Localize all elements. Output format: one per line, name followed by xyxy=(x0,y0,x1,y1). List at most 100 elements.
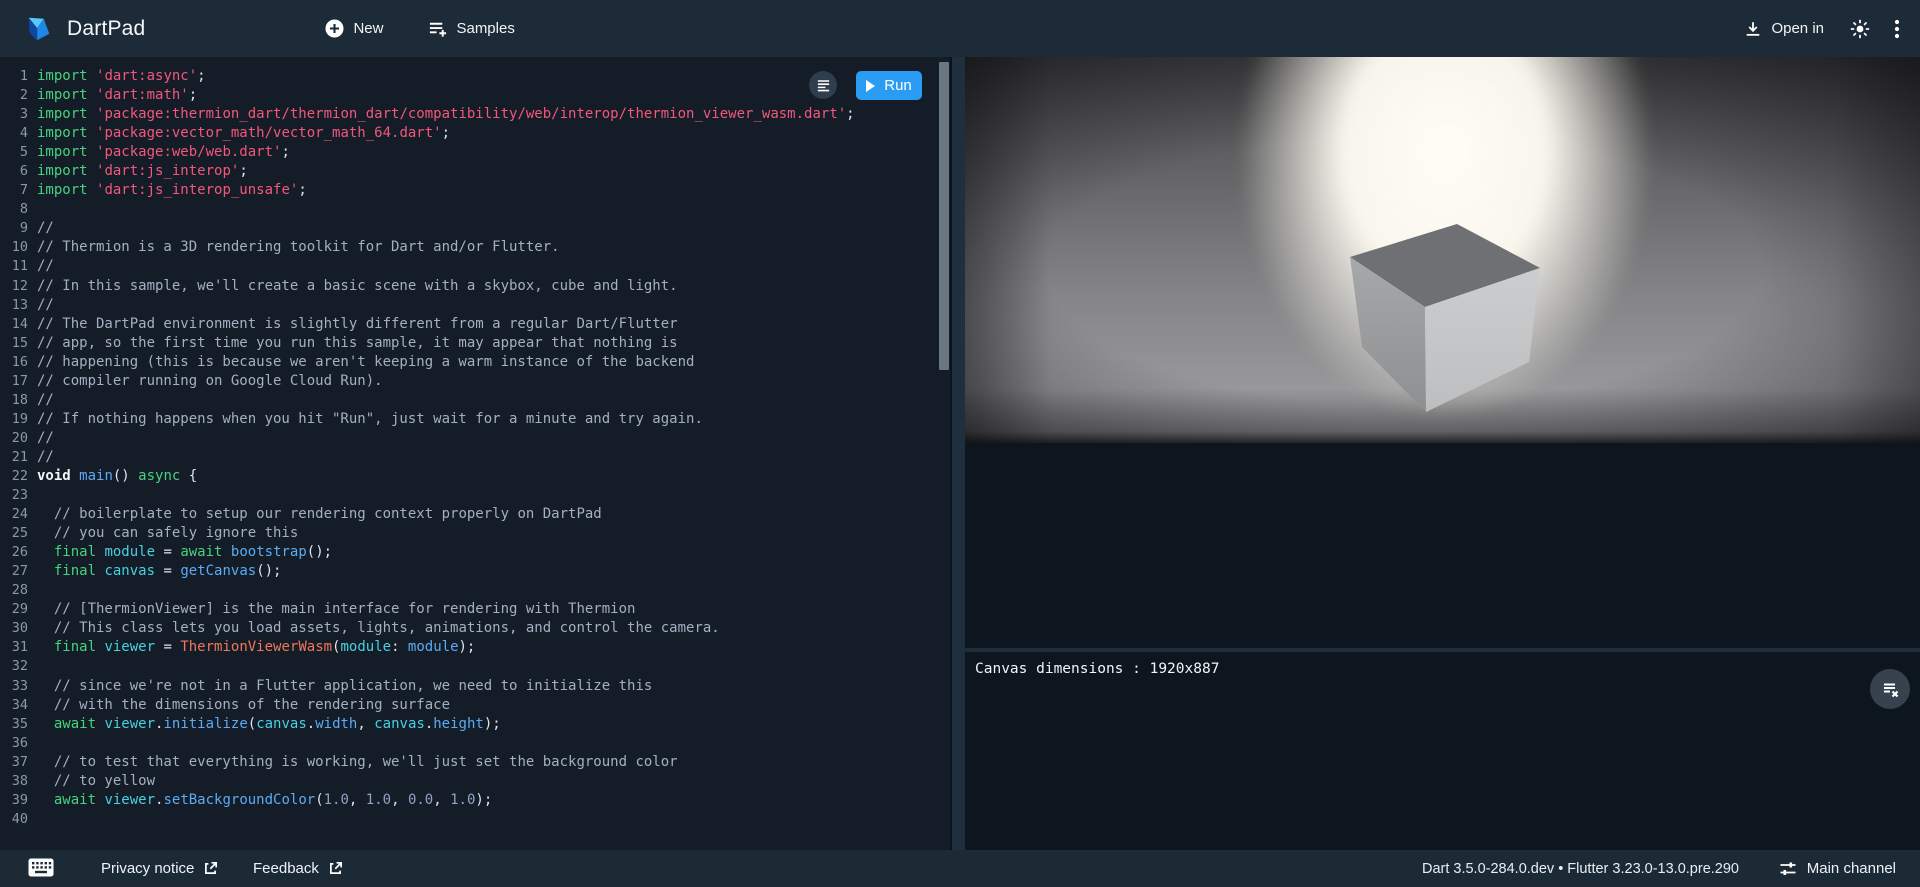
version-info: Dart 3.5.0-284.0.dev • Flutter 3.23.0-13… xyxy=(1422,850,1739,887)
format-button[interactable] xyxy=(809,71,837,99)
line-number: 9 xyxy=(0,219,28,238)
code-line[interactable]: 2import 'dart:math'; xyxy=(0,86,950,105)
line-number: 38 xyxy=(0,772,28,791)
samples-button-label: Samples xyxy=(456,20,514,37)
open-in-label: Open in xyxy=(1771,20,1824,37)
line-number: 21 xyxy=(0,448,28,467)
header: DartPad New Samples Open in xyxy=(0,0,1920,57)
code-line[interactable]: 30 // This class lets you load assets, l… xyxy=(0,619,950,638)
code-editor[interactable]: 1import 'dart:async';2import 'dart:math'… xyxy=(0,57,950,850)
code-line[interactable]: 26 final module = await bootstrap(); xyxy=(0,543,950,562)
code-line[interactable]: 18 // xyxy=(0,391,950,410)
code-line[interactable]: 25 // you can safely ignore this xyxy=(0,524,950,543)
code-line[interactable]: 37 // to test that everything is working… xyxy=(0,753,950,772)
code-line[interactable]: 32 xyxy=(0,657,950,676)
channel-selector[interactable]: Main channel xyxy=(1779,850,1896,887)
code-line-text: import 'dart:js_interop_unsafe'; xyxy=(37,182,307,198)
code-line-text: final viewer = ThermionViewerWasm(module… xyxy=(37,639,475,655)
line-number: 19 xyxy=(0,410,28,429)
code-line[interactable]: 7 import 'dart:js_interop_unsafe'; xyxy=(0,181,950,200)
code-line-text: await viewer.initialize(canvas.width, ca… xyxy=(37,716,501,732)
run-button-label: Run xyxy=(884,77,912,94)
line-number: 15 xyxy=(0,334,28,353)
line-number: 6 xyxy=(0,162,28,181)
code-line[interactable]: 40 xyxy=(0,810,950,829)
overflow-menu-button[interactable] xyxy=(1886,11,1908,47)
code-line-text: // xyxy=(37,430,54,446)
line-number: 5 xyxy=(0,143,28,162)
code-line[interactable]: 16// happening (this is because we aren'… xyxy=(0,353,950,372)
code-line[interactable]: 27 final canvas = getCanvas(); xyxy=(0,562,950,581)
line-number: 35 xyxy=(0,715,28,734)
header-actions: Open in xyxy=(1734,11,1908,47)
code-line-text: // to test that everything is working, w… xyxy=(37,754,678,770)
line-number: 32 xyxy=(0,657,28,676)
line-number: 7 xyxy=(0,181,28,200)
dartpad-logo xyxy=(24,14,54,44)
line-number: 30 xyxy=(0,619,28,638)
page-title: DartPad xyxy=(67,17,145,41)
code-line[interactable]: 29 // [ThermionViewer] is the main inter… xyxy=(0,600,950,619)
code-line[interactable]: 39 await viewer.setBackgroundColor(1.0, … xyxy=(0,791,950,810)
render-canvas[interactable] xyxy=(965,57,1920,443)
line-number: 12 xyxy=(0,277,28,296)
code-line[interactable]: 34 // with the dimensions of the renderi… xyxy=(0,696,950,715)
code-line-text: // xyxy=(37,392,54,408)
code-line[interactable]: 6import 'dart:js_interop'; xyxy=(0,162,950,181)
code-line[interactable]: 5import 'package:web/web.dart'; xyxy=(0,143,950,162)
code-line-text: final canvas = getCanvas(); xyxy=(37,563,281,579)
editor-scrollbar[interactable] xyxy=(939,62,949,370)
samples-button[interactable]: Samples xyxy=(418,11,524,46)
code-line[interactable]: 21// xyxy=(0,448,950,467)
code-line[interactable]: 15// app, so the first time you run this… xyxy=(0,334,950,353)
code-line-text: import 'dart:async'; xyxy=(37,68,206,84)
code-line-text: // xyxy=(37,297,54,313)
panel-splitter[interactable] xyxy=(950,57,965,850)
run-button[interactable]: Run xyxy=(856,71,922,100)
privacy-notice-link[interactable]: Privacy notice xyxy=(101,850,218,887)
code-line-text: // you can safely ignore this xyxy=(37,525,298,541)
code-line[interactable]: 22void main() async { xyxy=(0,467,950,486)
code-line[interactable]: 3import 'package:thermion_dart/thermion_… xyxy=(0,105,950,124)
code-line[interactable]: 36 xyxy=(0,734,950,753)
code-line[interactable]: 1import 'dart:async'; xyxy=(0,67,950,86)
line-number: 10 xyxy=(0,238,28,257)
code-line[interactable]: 20 // xyxy=(0,429,950,448)
line-number: 18 xyxy=(0,391,28,410)
code-line[interactable]: 28 xyxy=(0,581,950,600)
clear-console-button[interactable] xyxy=(1870,669,1910,709)
code-line[interactable]: 31 final viewer = ThermionViewerWasm(mod… xyxy=(0,638,950,657)
keyboard-shortcuts-button[interactable] xyxy=(26,856,56,879)
download-icon xyxy=(1744,20,1762,38)
line-number: 20 xyxy=(0,429,28,448)
code-line[interactable]: 10// Thermion is a 3D rendering toolkit … xyxy=(0,238,950,257)
theme-toggle-button[interactable] xyxy=(1842,11,1878,47)
line-number: 28 xyxy=(0,581,28,600)
code-line[interactable]: 12// In this sample, we'll create a basi… xyxy=(0,277,950,296)
new-button[interactable]: New xyxy=(315,11,393,46)
line-number: 33 xyxy=(0,677,28,696)
open-in-button[interactable]: Open in xyxy=(1734,12,1834,46)
code-line[interactable]: 13// xyxy=(0,296,950,315)
code-line[interactable]: 9// xyxy=(0,219,950,238)
console-divider[interactable] xyxy=(965,648,1920,652)
code-line[interactable]: 38 // to yellow xyxy=(0,772,950,791)
privacy-notice-label: Privacy notice xyxy=(101,860,194,877)
line-number: 37 xyxy=(0,753,28,772)
line-number: 4 xyxy=(0,124,28,143)
code-line[interactable]: 35 await viewer.initialize(canvas.width,… xyxy=(0,715,950,734)
code-line[interactable]: 23 xyxy=(0,486,950,505)
code-line[interactable]: 11// xyxy=(0,257,950,276)
code-line[interactable]: 14// The DartPad environment is slightly… xyxy=(0,315,950,334)
code-line[interactable]: 8 xyxy=(0,200,950,219)
code-area: 1import 'dart:async';2import 'dart:math'… xyxy=(0,57,950,829)
code-line[interactable]: 4import 'package:vector_math/vector_math… xyxy=(0,124,950,143)
code-line[interactable]: 19// If nothing happens when you hit "Ru… xyxy=(0,410,950,429)
line-number: 8 xyxy=(0,200,28,219)
code-line[interactable]: 17// compiler running on Google Cloud Ru… xyxy=(0,372,950,391)
cube-render xyxy=(965,57,1920,443)
code-line[interactable]: 24 // boilerplate to setup our rendering… xyxy=(0,505,950,524)
code-line[interactable]: 33 // since we're not in a Flutter appli… xyxy=(0,677,950,696)
feedback-link[interactable]: Feedback xyxy=(253,850,343,887)
format-icon xyxy=(816,78,831,93)
